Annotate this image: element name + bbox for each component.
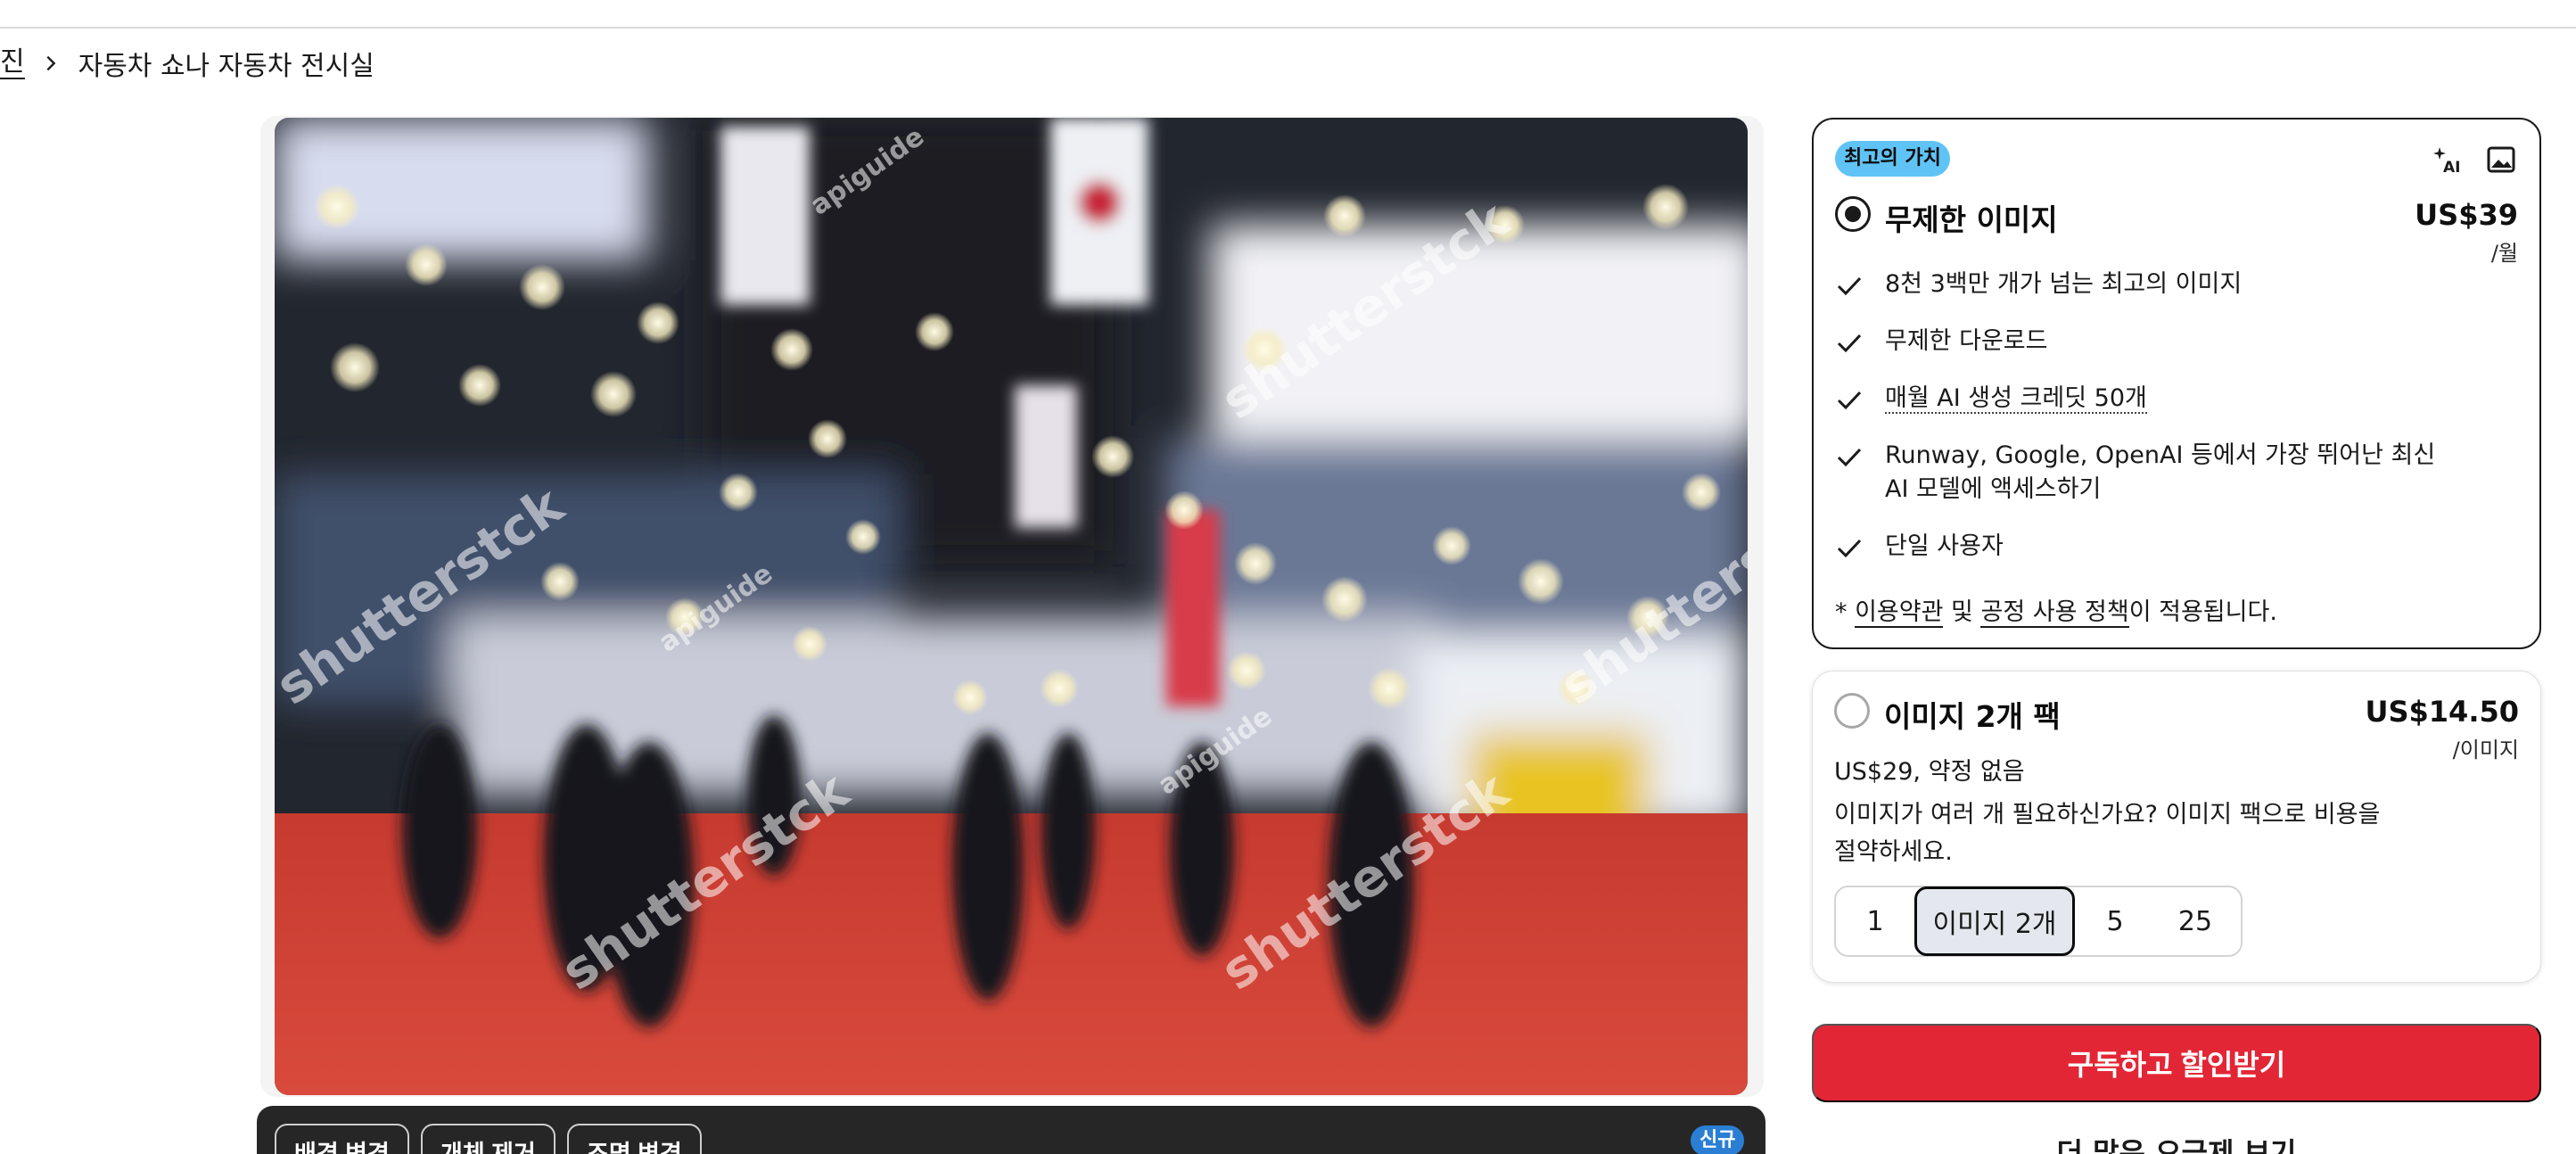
feature-item: 무제한 다운로드 [1835, 325, 2459, 359]
blurred-auto-show-photo: shutterstck shutterstck shutterstck shut… [275, 118, 1748, 1095]
plan-features-list: 8천 3백만 개가 넘는 최고의 이미지 무제한 다운로드 매월 AI 생성 크… [1835, 268, 2459, 564]
subscribe-discount-button[interactable]: 구독하고 할인받기 [1812, 1024, 2541, 1102]
plan-price: US$14.50 [2365, 695, 2519, 729]
feature-item: Runway, Google, OpenAI 등에서 가장 뛰어난 최신 AI … [1835, 439, 2459, 507]
chevron-right-icon [41, 54, 61, 73]
check-icon [1837, 448, 1862, 467]
plan-title: 이미지 2개 팩 [1884, 699, 2061, 734]
plan-pack-radio[interactable] [1834, 693, 1870, 729]
plan-unlimited-radio[interactable] [1835, 196, 1871, 232]
image-icon [2484, 143, 2518, 177]
pack-price-subline: US$29, 약정 없음 [1834, 758, 2025, 786]
pack-description: 이미지가 여러 개 필요하신가요? 이미지 팩으로 비용을 절약하세요. [1834, 801, 2381, 866]
check-icon [1837, 334, 1862, 353]
check-icon [1837, 276, 1862, 296]
plan-unlimited-card[interactable]: 최고의 가치 AI 무제한 이미지 US$39 /월 8천 3백만 개가 넘는 … [1812, 118, 2541, 649]
more-plans-link[interactable]: 더 많은 요금제 보기 [1812, 1131, 2541, 1154]
check-icon [1837, 391, 1862, 410]
pack-option-2-selected[interactable]: 이미지 2개 [1914, 886, 2075, 956]
feature-item: 8천 3백만 개가 넘는 최고의 이미지 [1835, 268, 2459, 301]
terms-notice: * 이용약관 및 공정 사용 정책이 적용됩니다. [1835, 598, 2277, 628]
plan-feature-icons: AI [2431, 143, 2518, 177]
pack-size-selector: 1 이미지 2개 5 25 [1834, 886, 2243, 957]
ai-credits-tooltip-trigger[interactable]: 매월 AI 생성 크레딧 50개 [1885, 384, 2147, 414]
fair-use-policy-link[interactable]: 공정 사용 정책 [1980, 598, 2129, 628]
plan-image-pack-card[interactable]: 이미지 2개 팩 US$14.50 /이미지 US$29, 약정 없음 이미지가… [1812, 671, 2541, 983]
breadcrumb-current: 자동차 쇼나 자동차 전시실 [78, 51, 374, 82]
remove-object-button[interactable]: 개체 제거 [421, 1124, 556, 1154]
new-badge: 신규 [1691, 1125, 1745, 1154]
plan-price-period: /월 [2490, 241, 2518, 266]
breadcrumb-link-prev[interactable]: 진 [0, 47, 25, 79]
pack-option-5[interactable]: 5 [2075, 887, 2155, 955]
plan-price: US$39 [2415, 198, 2518, 232]
breadcrumb: 진 자동차 쇼나 자동차 전시실 [0, 41, 374, 86]
plan-price-unit: /이미지 [2452, 738, 2519, 762]
change-lighting-button[interactable]: 조명 변경 [567, 1124, 702, 1154]
header-divider [0, 27, 2576, 29]
feature-item: 단일 사용자 [1835, 530, 2459, 564]
pack-option-25[interactable]: 25 [2155, 887, 2235, 955]
pack-option-1[interactable]: 1 [1836, 887, 1914, 955]
stock-photo[interactable]: shutterstck shutterstck shutterstck shut… [275, 118, 1748, 1095]
check-icon [1837, 539, 1862, 558]
best-value-badge: 최고의 가치 [1835, 141, 1950, 177]
svg-text:AI: AI [2443, 159, 2460, 176]
feature-item: 매월 AI 생성 크레딧 50개 [1835, 382, 2459, 416]
ai-sparkle-icon: AI [2431, 143, 2465, 177]
change-background-button[interactable]: 배경 변경 [275, 1124, 409, 1154]
plan-title: 무제한 이미지 [1885, 202, 2058, 237]
image-preview-card: shutterstck shutterstck shutterstck shut… [260, 116, 1764, 1097]
terms-of-use-link[interactable]: 이용약관 [1855, 598, 1944, 628]
image-editor-toolbar: 배경 변경 개체 제거 조명 변경 신규 [257, 1106, 1765, 1154]
